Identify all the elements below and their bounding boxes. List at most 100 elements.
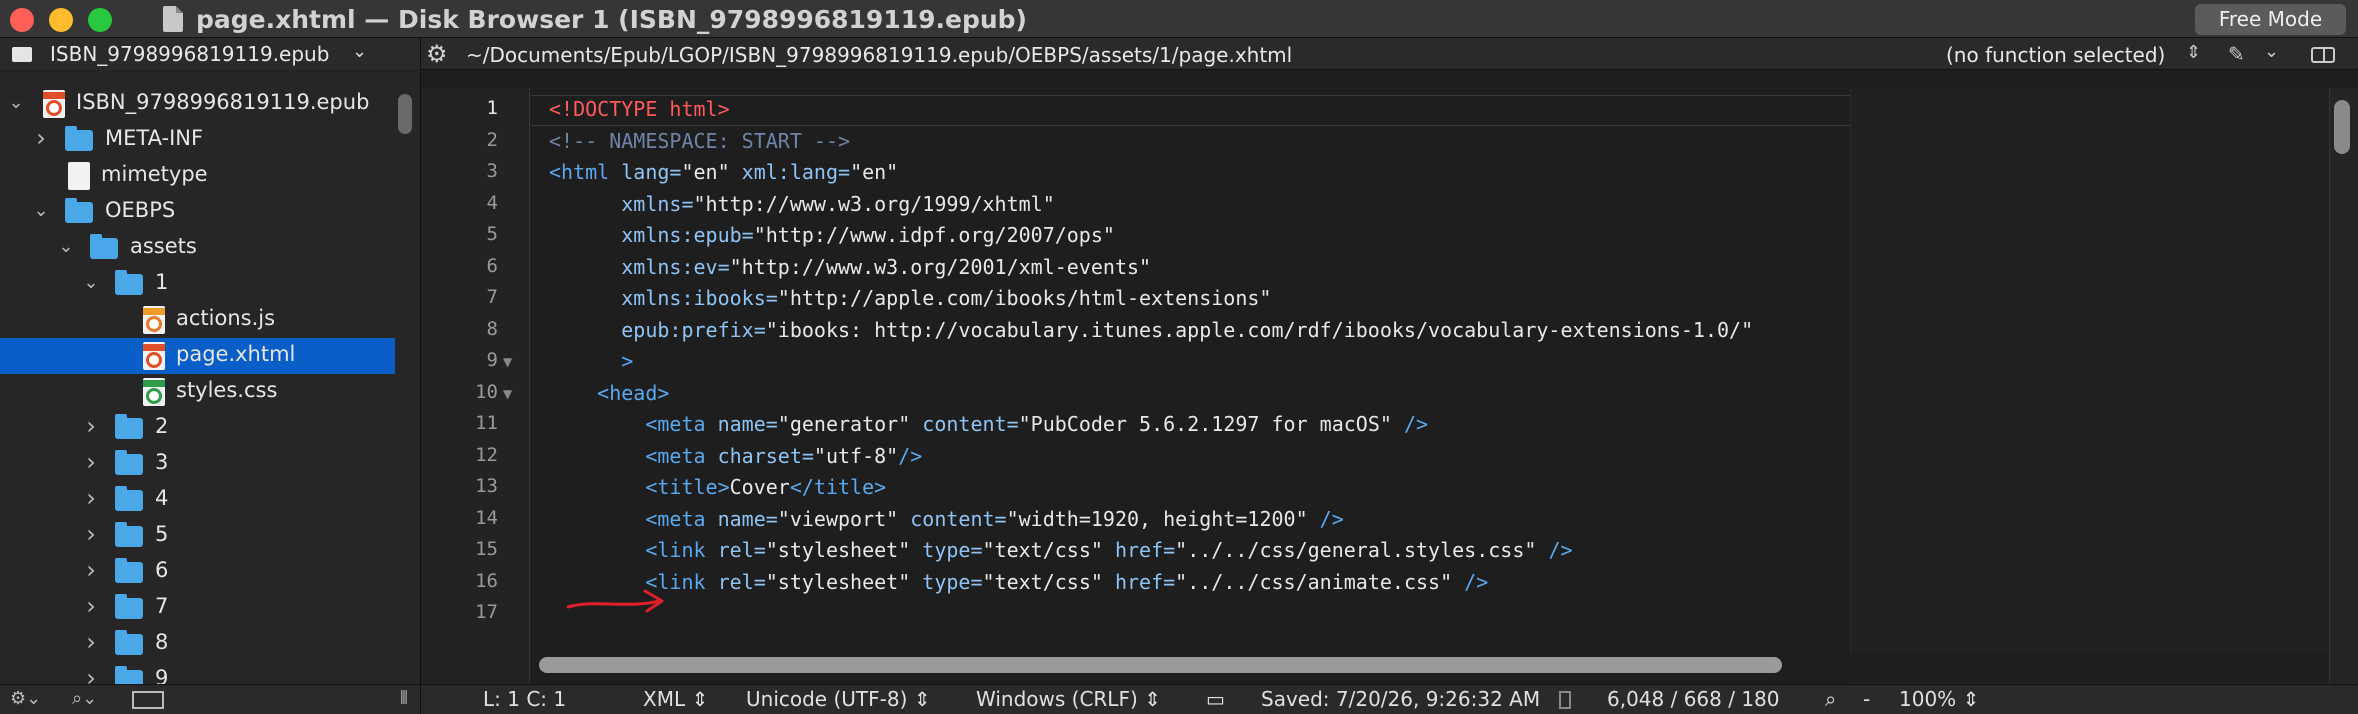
tree-item[interactable]: ⌄ OEBPS: [0, 194, 395, 230]
tree-item[interactable]: mimetype: [0, 158, 395, 194]
zoom-out-button[interactable]: -: [1863, 687, 1870, 711]
line-number: 16: [475, 569, 498, 592]
fold-toggle-icon[interactable]: ▼: [503, 355, 512, 369]
code-line[interactable]: xmlns="http://www.w3.org/1999/xhtml": [549, 189, 1753, 221]
panel-toggle-icon[interactable]: [132, 691, 164, 709]
gear-icon[interactable]: ⚙: [426, 40, 448, 68]
code-line[interactable]: <head>: [549, 378, 1753, 410]
zoom-level[interactable]: 100% ⇕: [1899, 687, 1979, 711]
horizontal-scroll-thumb[interactable]: [539, 657, 1782, 673]
disclosure-expanded-icon[interactable]: ⌄: [56, 236, 76, 257]
disclosure-collapsed-icon[interactable]: ›: [81, 664, 101, 684]
disclosure-collapsed-icon[interactable]: ›: [81, 628, 101, 656]
sidebar-scrollbar[interactable]: [398, 94, 412, 134]
tree-item[interactable]: › META-INF: [0, 122, 395, 158]
disclosure-collapsed-icon[interactable]: ›: [31, 124, 51, 152]
tree-item[interactable]: › 6: [0, 554, 395, 590]
code-token: />: [898, 443, 923, 468]
free-mode-button[interactable]: Free Mode: [2195, 4, 2346, 35]
xhtml-file-icon: [143, 342, 165, 370]
folder-icon: [115, 486, 143, 511]
syntax-selector[interactable]: XML ⇕: [643, 687, 708, 711]
code-line[interactable]: xmlns:epub="http://www.idpf.org/2007/ops…: [549, 220, 1753, 252]
tree-item[interactable]: › 7: [0, 590, 395, 626]
line-endings-selector[interactable]: Windows (CRLF) ⇕: [976, 687, 1161, 711]
code-line[interactable]: ​: [549, 598, 1753, 630]
code-line[interactable]: <!DOCTYPE html>: [549, 94, 1753, 126]
code-text[interactable]: <!DOCTYPE html> <!-- NAMESPACE: START -->…: [549, 94, 1753, 630]
code-token: </title>: [789, 475, 887, 499]
tree-item[interactable]: page.xhtml: [0, 338, 395, 374]
vertical-scrollbar[interactable]: [2329, 88, 2358, 684]
code-line[interactable]: <meta charset="utf-8"/>: [549, 441, 1753, 473]
code-line[interactable]: <meta name="viewport" content="width=192…: [549, 504, 1753, 536]
tree-item[interactable]: styles.css: [0, 374, 395, 410]
lock-icon[interactable]: ▭: [1206, 687, 1225, 711]
code-token: lang=: [621, 160, 682, 184]
fold-toggle-icon[interactable]: ▼: [503, 387, 512, 401]
code-line[interactable]: xmlns:ibooks="http://apple.com/ibooks/ht…: [549, 283, 1753, 315]
sidebar-header[interactable]: ISBN_9798996819119.epub ⌄: [0, 38, 421, 70]
js-file-icon: [143, 306, 165, 334]
code-token: rel=: [717, 569, 766, 594]
disclosure-collapsed-icon[interactable]: ›: [81, 448, 101, 476]
encoding-label: Unicode (UTF-8): [746, 687, 908, 711]
code-token: />: [1391, 412, 1429, 436]
disclosure-expanded-icon[interactable]: ⌄: [6, 92, 26, 113]
function-selector[interactable]: (no function selected): [1946, 43, 2165, 67]
minimize-window-button[interactable]: [49, 8, 73, 32]
code-line[interactable]: <html lang="en" xml:lang="en": [549, 157, 1753, 189]
disclosure-collapsed-icon[interactable]: ›: [81, 484, 101, 512]
code-line[interactable]: <meta name="generator" content="PubCoder…: [549, 409, 1753, 441]
code-line[interactable]: epub:prefix="ibooks: http://vocabulary.i…: [549, 315, 1753, 347]
disclosure-collapsed-icon[interactable]: ›: [81, 592, 101, 620]
code-line[interactable]: <!-- NAMESPACE: START -->: [549, 126, 1753, 158]
folder-icon: [115, 594, 143, 619]
code-line[interactable]: >: [549, 346, 1753, 378]
tree-item[interactable]: › 2: [0, 410, 395, 446]
settings-icon[interactable]: ⚙︎⌄: [10, 688, 41, 709]
code-line[interactable]: <title>Cover</title>: [549, 472, 1753, 504]
chevron-down-icon[interactable]: ⌄: [2264, 41, 2279, 62]
chevron-down-icon[interactable]: ⌄: [352, 41, 367, 62]
updown-chevron-icon[interactable]: ⇕: [2186, 42, 2201, 63]
tree-item[interactable]: › 8: [0, 626, 395, 662]
zoom-window-button[interactable]: [88, 8, 112, 32]
tree-item[interactable]: › 4: [0, 482, 395, 518]
disclosure-collapsed-icon[interactable]: ›: [81, 556, 101, 584]
code-line[interactable]: xmlns:ev="http://www.w3.org/2001/xml-eve…: [549, 252, 1753, 284]
encoding-selector[interactable]: Unicode (UTF-8) ⇕: [746, 687, 931, 711]
tree-item-label: 9: [155, 666, 169, 684]
resize-handle-icon[interactable]: ⦀: [400, 688, 408, 709]
disclosure-expanded-icon[interactable]: ⌄: [31, 200, 51, 221]
line-number: 17: [475, 601, 498, 623]
folder-icon: [115, 270, 143, 295]
document-counts[interactable]: 6,048 / 668 / 180: [1607, 687, 1780, 711]
disclosure-collapsed-icon[interactable]: ›: [81, 412, 101, 440]
zoom-icon[interactable]: ⌕: [1825, 687, 1836, 711]
disclosure-expanded-icon[interactable]: ⌄: [81, 272, 101, 293]
code-line[interactable]: <link rel="stylesheet" type="text/css" h…: [549, 567, 1753, 599]
code-token: "generator": [777, 412, 911, 436]
line-number: 1: [486, 97, 498, 119]
tree-item-label: 8: [155, 630, 169, 654]
disclosure-collapsed-icon[interactable]: ›: [81, 520, 101, 548]
file-path: ~/Documents/Epub/LGOP/ISBN_9798996819119…: [466, 43, 1293, 67]
split-view-icon[interactable]: [2311, 47, 2335, 63]
tree-item[interactable]: › 9: [0, 662, 395, 684]
line-number: 5: [486, 223, 498, 245]
close-window-button[interactable]: [10, 8, 34, 32]
tree-item[interactable]: ⌄ ISBN_9798996819119.epub: [0, 86, 395, 122]
line-number: 14: [475, 506, 498, 529]
cursor-position[interactable]: L: 1 C: 1: [483, 687, 566, 711]
tree-item[interactable]: actions.js: [0, 302, 395, 338]
code-line[interactable]: <link rel="stylesheet" type="text/css" h…: [549, 535, 1753, 567]
tree-item[interactable]: › 5: [0, 518, 395, 554]
vertical-scroll-thumb[interactable]: [2334, 100, 2350, 154]
search-icon[interactable]: ⌕⌄: [72, 688, 97, 709]
tree-item[interactable]: ⌄ 1: [0, 266, 395, 302]
pin-icon[interactable]: ✎: [2228, 42, 2245, 66]
folder-icon: [115, 522, 143, 547]
tree-item[interactable]: › 3: [0, 446, 395, 482]
tree-item[interactable]: ⌄ assets: [0, 230, 395, 266]
